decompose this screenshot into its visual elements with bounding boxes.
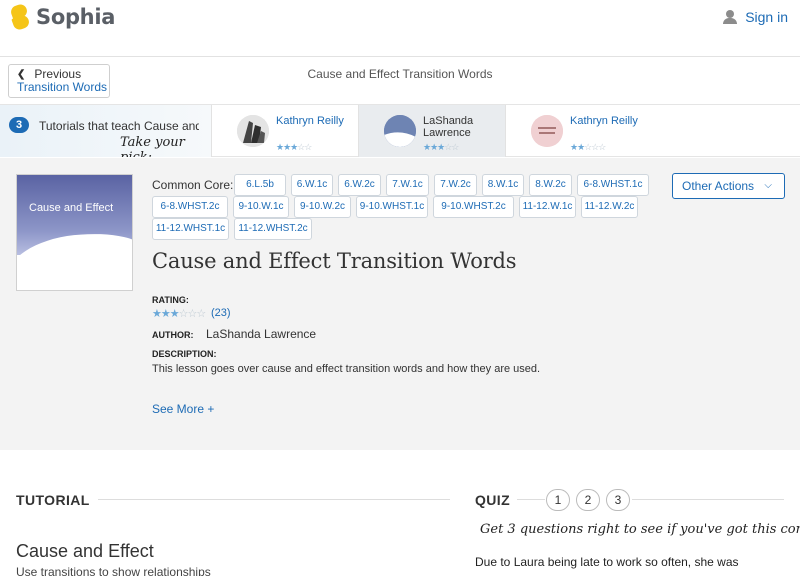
- standard-tag[interactable]: 9-10.WHST.1c: [356, 196, 428, 218]
- standard-tag[interactable]: 11-12.WHST.1c: [152, 218, 229, 240]
- quiz-question-3-button[interactable]: 3: [606, 489, 630, 511]
- standard-tag[interactable]: 7.W.1c: [386, 174, 429, 196]
- quiz-divider: [517, 499, 545, 500]
- tutorial-heading: TUTORIAL: [16, 492, 90, 508]
- rating-count-link[interactable]: (23): [211, 307, 231, 319]
- tutor-rating-stars: ★★★☆☆: [276, 142, 312, 152]
- sign-in-label: Sign in: [745, 9, 788, 25]
- tutor-card[interactable]: Kathryn Reilly ★★☆☆☆: [506, 105, 800, 157]
- sign-in-link[interactable]: Sign in: [723, 9, 788, 25]
- tutorials-strip-text: Tutorials that teach Cause and Effect Tr…: [39, 119, 199, 133]
- top-navigation-bar: Sophia Sign in: [0, 0, 800, 57]
- tutorials-strip: 3 Tutorials that teach Cause and Effect …: [0, 104, 800, 157]
- tutor-avatar: [237, 115, 269, 147]
- standard-tag[interactable]: 6.W.1c: [291, 174, 333, 196]
- chevron-down-icon: ⌵: [764, 180, 772, 191]
- previous-topic-link: Transition Words: [17, 80, 108, 94]
- standard-tag[interactable]: 11-12.W.2c: [581, 196, 638, 218]
- standard-tag[interactable]: 9-10.WHST.2c: [433, 196, 514, 218]
- see-more-link[interactable]: See More +: [152, 402, 214, 416]
- tutor-name: Kathryn Reilly: [276, 115, 344, 127]
- tutor-rating-stars: ★★★☆☆: [423, 142, 459, 152]
- quiz-question-1-button[interactable]: 1: [546, 489, 570, 511]
- lesson-title: Cause and Effect Transition Words: [152, 249, 517, 273]
- standard-tag[interactable]: 6.L.5b: [234, 174, 286, 196]
- standard-tag[interactable]: 6-8.WHST.1c: [577, 174, 649, 196]
- standard-tag[interactable]: 7.W.2c: [434, 174, 477, 196]
- rating-stars: ★★★☆☆☆: [152, 308, 206, 320]
- standard-tag[interactable]: 9-10.W.1c: [233, 196, 289, 218]
- lesson-panel: Cause and Effect Common Core: 6.L.5b 6.W…: [0, 158, 800, 450]
- tutorial-count-badge: 3: [9, 117, 29, 133]
- author-name: LaShanda Lawrence: [206, 327, 317, 341]
- tutorials-strip-lead: 3 Tutorials that teach Cause and Effect …: [0, 105, 212, 157]
- sophia-logo-icon: [9, 2, 31, 32]
- tutor-avatar: [384, 115, 416, 147]
- tutor-card[interactable]: Kathryn Reilly ★★★☆☆: [212, 105, 359, 157]
- tutor-avatar: [531, 115, 563, 147]
- standard-tag[interactable]: 8.W.2c: [529, 174, 572, 196]
- description-label: DESCRIPTION:: [152, 349, 217, 359]
- other-actions-dropdown[interactable]: Other Actions ⌵: [672, 173, 785, 199]
- concept-title: Cause and Effect Transition Words: [307, 67, 493, 81]
- lesson-thumbnail: Cause and Effect: [16, 174, 133, 291]
- logo-text: Sophia: [36, 5, 116, 29]
- quiz-question-2-button[interactable]: 2: [576, 489, 600, 511]
- standard-tag[interactable]: 6-8.WHST.2c: [152, 196, 228, 218]
- standard-tag[interactable]: 8.W.1c: [482, 174, 524, 196]
- author-label: AUTHOR:: [152, 330, 194, 340]
- quiz-heading: QUIZ: [475, 492, 511, 508]
- lesson-description: This lesson goes over cause and effect t…: [152, 363, 541, 375]
- tutor-name: Kathryn Reilly: [570, 115, 638, 127]
- tutorial-title: Cause and Effect: [16, 541, 154, 561]
- user-icon: [723, 10, 738, 24]
- tutor-name: LaShanda Lawrence: [423, 115, 474, 139]
- standard-tag[interactable]: 11-12.WHST.2c: [234, 218, 312, 240]
- standard-tag[interactable]: 9-10.W.2c: [294, 196, 351, 218]
- tutorial-divider: [98, 499, 450, 500]
- take-your-pick-label: Take your pick:: [120, 135, 185, 157]
- tutor-rating-stars: ★★☆☆☆: [570, 142, 606, 152]
- tutorial-subtitle: Use transitions to show relationships: [16, 565, 211, 576]
- other-actions-label: Other Actions: [682, 179, 755, 193]
- common-core-label: Common Core:: [152, 178, 234, 192]
- standard-tag[interactable]: 11-12.W.1c: [519, 196, 576, 218]
- thumbnail-title: Cause and Effect: [29, 202, 114, 214]
- quiz-divider: [632, 499, 784, 500]
- tutor-card-selected[interactable]: LaShanda Lawrence ★★★☆☆: [359, 105, 506, 157]
- quiz-prompt: Get 3 questions right to see if you've g…: [480, 522, 800, 537]
- rating-label: RATING:: [152, 295, 189, 305]
- sophia-logo[interactable]: Sophia: [9, 2, 116, 32]
- standard-tag[interactable]: 6.W.2c: [338, 174, 381, 196]
- quiz-question-text: Due to Laura being late to work so often…: [475, 555, 739, 569]
